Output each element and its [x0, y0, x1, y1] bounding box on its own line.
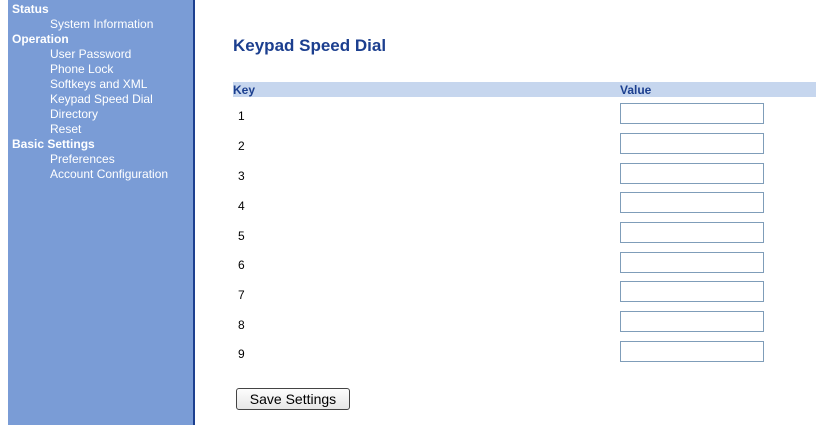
nav-item-directory[interactable]: Directory	[8, 107, 193, 122]
nav-item-phone-lock[interactable]: Phone Lock	[8, 62, 193, 77]
nav-section-basic-settings[interactable]: Basic Settings	[8, 137, 193, 152]
nav-item-keypad-speed-dial[interactable]: Keypad Speed Dial	[8, 92, 193, 107]
speed-dial-key-label: 9	[238, 347, 245, 361]
speed-dial-key-label: 7	[238, 288, 245, 302]
page-title: Keypad Speed Dial	[233, 36, 387, 55]
nav-item-reset[interactable]: Reset	[8, 122, 193, 137]
nav-item-user-password[interactable]: User Password	[8, 47, 193, 62]
speed-dial-key-label: 3	[238, 169, 245, 183]
nav-item-system-information[interactable]: System Information	[8, 17, 193, 32]
speed-dial-key-label: 4	[238, 199, 245, 213]
speed-dial-value-input[interactable]	[620, 281, 764, 302]
speed-dial-value-input[interactable]	[620, 133, 764, 154]
speed-dial-key-label: 1	[238, 109, 245, 123]
speed-dial-key-label: 2	[238, 139, 245, 153]
speed-dial-value-input[interactable]	[620, 222, 764, 243]
column-header-value: Value	[620, 83, 652, 97]
speed-dial-value-input[interactable]	[620, 103, 764, 124]
nav-item-preferences[interactable]: Preferences	[8, 152, 193, 167]
speed-dial-key-label: 5	[238, 229, 245, 243]
table-header-bar	[233, 82, 816, 97]
speed-dial-value-input[interactable]	[620, 341, 764, 362]
sidebar-nav: Status System Information Operation User…	[8, 0, 195, 425]
speed-dial-key-label: 6	[238, 258, 245, 272]
nav-item-softkeys-and-xml[interactable]: Softkeys and XML	[8, 77, 193, 92]
speed-dial-value-input[interactable]	[620, 252, 764, 273]
nav-section-operation[interactable]: Operation	[8, 32, 193, 47]
column-header-key: Key	[233, 83, 256, 97]
main-content: Keypad Speed Dial Key Value 1 2 3 4 5 6 …	[197, 0, 816, 425]
nav-section-status[interactable]: Status	[8, 2, 193, 17]
speed-dial-value-input[interactable]	[620, 163, 764, 184]
speed-dial-key-label: 8	[238, 318, 245, 332]
speed-dial-value-input[interactable]	[620, 192, 764, 213]
nav-item-account-configuration[interactable]: Account Configuration	[8, 167, 193, 182]
save-settings-button[interactable]: Save Settings	[236, 388, 350, 410]
speed-dial-value-input[interactable]	[620, 311, 764, 332]
